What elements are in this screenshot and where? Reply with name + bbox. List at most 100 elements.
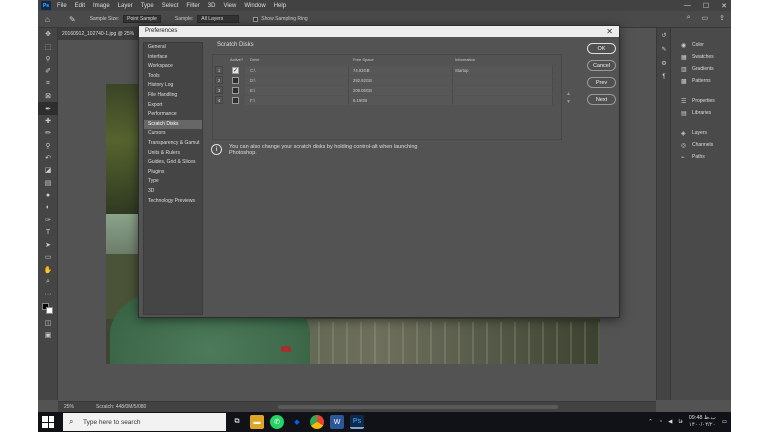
category-history-log[interactable]: History Log	[144, 81, 202, 91]
adjustments-panel-icon[interactable]: ✎	[657, 42, 671, 56]
horizontal-scrollbar[interactable]	[278, 405, 558, 409]
eyedropper-tool-icon[interactable]: ✒	[38, 102, 58, 115]
volume-icon[interactable]: ◀	[668, 419, 672, 425]
menu-filter[interactable]: Filter	[186, 3, 199, 9]
windows-start-icon[interactable]	[42, 416, 54, 428]
file-explorer-icon[interactable]: ▬	[250, 415, 264, 429]
color-swatches[interactable]	[38, 301, 58, 317]
eraser-tool-icon[interactable]: ◪	[38, 164, 58, 176]
minimize-icon[interactable]: —	[684, 2, 691, 9]
menu-layer[interactable]: Layer	[118, 3, 133, 9]
eyedropper-tool-icon[interactable]: ✎	[69, 15, 76, 24]
category-3d[interactable]: 3D	[144, 187, 202, 197]
panel-gradients[interactable]: ▥ Gradients	[671, 63, 731, 75]
marquee-tool-icon[interactable]: ⬚	[38, 40, 58, 52]
cancel-button[interactable]: Cancel	[587, 60, 616, 71]
menu-image[interactable]: Image	[93, 3, 110, 9]
pen-tool-icon[interactable]: ✑	[38, 214, 58, 226]
category-export[interactable]: Export	[144, 101, 202, 111]
menu-select[interactable]: Select	[162, 3, 179, 9]
word-icon[interactable]: W	[330, 415, 344, 429]
quick-mask-icon[interactable]: ◫	[38, 317, 58, 329]
sample-size-select[interactable]: Point Sample	[123, 15, 161, 23]
history-panel-icon[interactable]: ↺	[657, 28, 671, 42]
sample-select[interactable]: All Layers	[197, 15, 240, 23]
clock[interactable]: 09:48 ب.ظ ۱۴۰۰/۰۴/۲۰	[689, 415, 716, 429]
language-indicator[interactable]: فا	[678, 419, 682, 425]
panel-layers[interactable]: ◈ Layers	[671, 127, 731, 139]
frame-tool-icon[interactable]: ⊠	[38, 90, 58, 102]
rectangle-tool-icon[interactable]: ▭	[38, 251, 58, 263]
photoshop-icon[interactable]: Ps	[350, 415, 364, 429]
taskbar-search-input[interactable]: ⌕ Type here to search	[63, 413, 226, 431]
table-row[interactable]: 4 F:\ 6.19GB	[213, 96, 563, 105]
whatsapp-icon[interactable]: ✆	[270, 415, 284, 429]
hand-tool-icon[interactable]: ✋	[38, 263, 58, 275]
panel-properties[interactable]: ☰ Properties	[671, 95, 731, 107]
category-guides-grid-slices[interactable]: Guides, Grid & Slices	[144, 158, 202, 168]
show-sampling-ring-checkbox[interactable]	[253, 16, 259, 22]
menu-type[interactable]: Type	[141, 3, 154, 9]
category-general[interactable]: General	[144, 43, 202, 53]
history-brush-tool-icon[interactable]: ↶	[38, 152, 58, 164]
table-row[interactable]: 3 E:\ 209.06GB	[213, 86, 563, 95]
share-icon[interactable]: ⇪	[719, 14, 725, 22]
chrome-icon[interactable]	[310, 415, 324, 429]
notifications-icon[interactable]: ▭	[722, 419, 727, 425]
category-transparency-gamut[interactable]: Transparency & Gamut	[144, 139, 202, 149]
status-info[interactable]: Scratch: 448/0M/5/080	[96, 404, 146, 410]
category-tools[interactable]: Tools	[144, 72, 202, 82]
menu-3d[interactable]: 3D	[208, 3, 216, 9]
panel-patterns[interactable]: ▩ Patterns	[671, 75, 731, 87]
workspace-icon[interactable]: ▭	[702, 14, 709, 22]
category-performance[interactable]: Performance	[144, 110, 202, 120]
panel-paths[interactable]: ⌁ Paths	[671, 151, 731, 163]
background-color-swatch[interactable]	[46, 306, 53, 314]
panel-channels[interactable]: ◎ Channels	[671, 139, 731, 151]
panel-swatches[interactable]: ▦ Swatches	[671, 51, 731, 63]
move-down-icon[interactable]: ▼	[566, 98, 571, 106]
panel-libraries[interactable]: ▤ Libraries	[671, 107, 731, 119]
category-workspace[interactable]: Workspace	[144, 62, 202, 72]
network-icon[interactable]: ◔	[659, 419, 662, 425]
dialog-close-icon[interactable]: ✕	[606, 26, 613, 37]
brush-tool-icon[interactable]: ✏	[38, 127, 58, 139]
brush-settings-panel-icon[interactable]: ⚙	[657, 56, 671, 70]
clone-stamp-tool-icon[interactable]: ⚲	[38, 140, 58, 152]
character-panel-icon[interactable]: ¶	[657, 70, 671, 84]
healing-brush-tool-icon[interactable]: ✚	[38, 115, 58, 127]
prev-button[interactable]: Prev	[587, 77, 616, 88]
notification-chevron-icon[interactable]: ⌃	[648, 419, 653, 425]
disk-active-checkbox[interactable]	[232, 97, 239, 104]
category-interface[interactable]: Interface	[144, 53, 202, 63]
menu-window[interactable]: Window	[244, 3, 265, 9]
dodge-tool-icon[interactable]: ◐	[38, 201, 58, 213]
category-file-handling[interactable]: File Handling	[144, 91, 202, 101]
zoom-tool-icon[interactable]: ⌕	[38, 276, 58, 288]
quick-select-tool-icon[interactable]: ✐	[38, 65, 58, 77]
crop-tool-icon[interactable]: ⌗	[38, 78, 58, 90]
disk-active-checkbox[interactable]: ✓	[232, 67, 239, 74]
home-icon[interactable]: ⌂	[45, 14, 57, 24]
gradient-tool-icon[interactable]: ▤	[38, 177, 58, 189]
category-type[interactable]: Type	[144, 177, 202, 187]
table-row[interactable]: 2 D:\ 292.92GB	[213, 76, 563, 85]
ok-button[interactable]: OK	[587, 43, 616, 54]
category-cursors[interactable]: Cursors	[144, 129, 202, 139]
category-units-rulers[interactable]: Units & Rulers	[144, 149, 202, 159]
category-technology-previews[interactable]: Technology Previews	[144, 197, 202, 207]
move-tool-icon[interactable]: ✥	[38, 28, 58, 40]
disk-active-checkbox[interactable]	[232, 77, 239, 84]
next-button[interactable]: Next	[587, 94, 616, 105]
zoom-level[interactable]: 25%	[64, 404, 86, 410]
more-tools-icon[interactable]: ···	[38, 288, 58, 300]
search-icon[interactable]: ⌕	[687, 14, 691, 22]
panel-color[interactable]: ◉ Color	[671, 39, 731, 51]
dropbox-icon[interactable]: ◆	[290, 415, 304, 429]
disk-active-checkbox[interactable]	[232, 87, 239, 94]
close-icon[interactable]: ✕	[721, 2, 727, 10]
menu-edit[interactable]: Edit	[75, 3, 85, 9]
menu-help[interactable]: Help	[274, 3, 286, 9]
type-tool-icon[interactable]: T	[38, 226, 58, 238]
move-up-icon[interactable]: ▲	[566, 90, 571, 98]
